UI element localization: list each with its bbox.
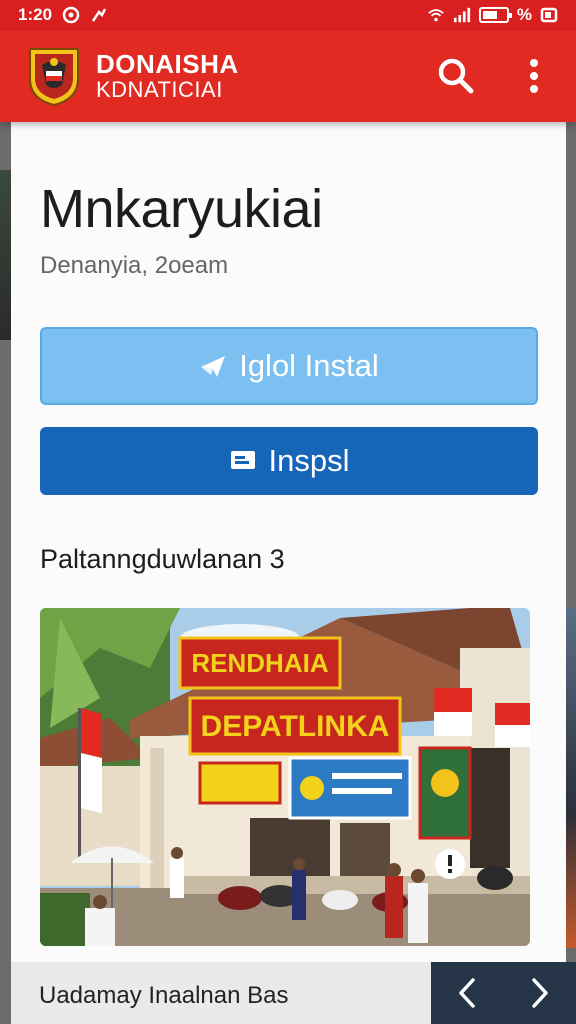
battery-text: % (516, 5, 532, 24)
install-button[interactable]: Iglol Instal (40, 327, 538, 405)
app-bar: DONAISHA KDNATICIAI (0, 30, 576, 122)
previous-card-peek[interactable] (0, 170, 11, 340)
screenshot-image[interactable]: RENDHAIA DEPATLINKA (40, 608, 530, 946)
sign-main-text: DEPATLINKA (201, 710, 390, 743)
next-button[interactable] (520, 971, 560, 1015)
section-title: Paltanngduwlanan 3 (40, 544, 285, 574)
chevron-left-icon (459, 978, 475, 1008)
previous-button[interactable] (447, 971, 487, 1015)
search-icon (438, 58, 474, 94)
signal-icon (453, 7, 470, 23)
open-button[interactable]: Inspsl (40, 427, 538, 495)
chevron-right-icon (532, 978, 548, 1008)
status-time: 1:20 (18, 5, 53, 24)
overflow-menu-button[interactable] (512, 54, 556, 98)
bottom-bar-label: Uadamay Inaalnan Bas (39, 982, 289, 1009)
sign-top-text: RENDHAIA (191, 648, 328, 678)
screen-icon (230, 451, 255, 469)
search-button[interactable] (434, 54, 478, 98)
send-icon (201, 356, 226, 377)
office-building-photo: RENDHAIA DEPATLINKA (40, 608, 530, 946)
bottom-bar: Uadamay Inaalnan Bas (11, 962, 576, 1024)
more-vert-icon (530, 59, 538, 93)
app-title: Mnkaryukiai (40, 179, 323, 239)
emblem-logo (29, 48, 79, 107)
battery-icon (478, 7, 512, 23)
app-brand: DONAISHA KDNATICIAI (96, 48, 239, 103)
battery-saver-icon (540, 7, 558, 23)
status-bar: 1:20 % (0, 0, 576, 30)
app-detail-card: Mnkaryukiai Denanyia, 2oeam Iglol Instal… (11, 122, 566, 962)
notification-icon (62, 6, 80, 24)
gallery-nav (431, 962, 576, 1024)
brand-name: DONAISHA (96, 48, 239, 79)
open-button-label: Inspsl (268, 443, 350, 478)
install-button-label: Iglol Instal (239, 348, 379, 383)
app-notification-icon (91, 8, 107, 22)
wifi-icon (428, 9, 444, 22)
brand-subname: KDNATICIAI (96, 77, 223, 103)
app-subtitle: Denanyia, 2oeam (40, 252, 229, 279)
